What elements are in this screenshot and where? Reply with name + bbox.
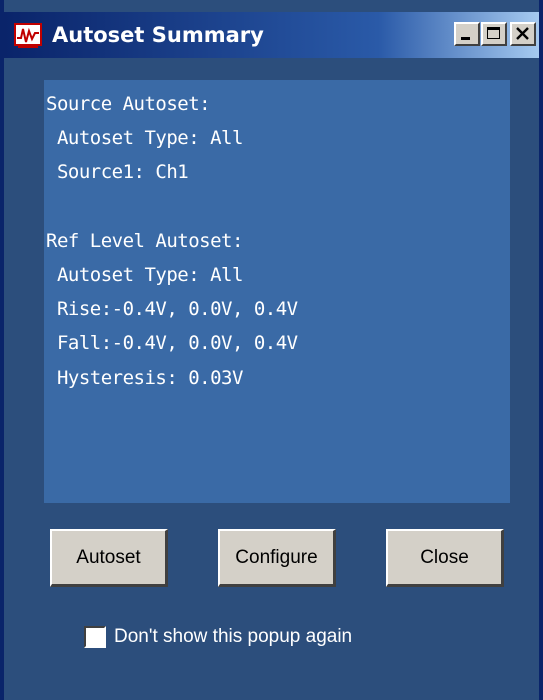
autoset-summary-text: Source Autoset: Autoset Type: All Source… xyxy=(44,80,510,503)
dont-show-again-option[interactable]: Don't show this popup again xyxy=(84,624,352,650)
summary-line: Fall:-0.4V, 0.0V, 0.4V xyxy=(46,332,298,355)
minimize-icon xyxy=(461,37,470,40)
title-bar[interactable]: Autoset Summary xyxy=(4,12,539,58)
oscilloscope-app-icon xyxy=(14,21,42,49)
summary-line: Ref Level Autoset: xyxy=(46,229,243,252)
autoset-button[interactable]: Autoset xyxy=(50,529,168,587)
autoset-summary-window: Autoset Summary Source Autoset: Autoset … xyxy=(0,0,543,700)
summary-line: Autoset Type: All xyxy=(46,263,243,286)
window-title: Autoset Summary xyxy=(52,23,264,47)
summary-line xyxy=(46,190,510,224)
minimize-button[interactable] xyxy=(454,22,480,46)
close-dialog-button[interactable]: Close xyxy=(386,529,504,587)
dont-show-again-label[interactable]: Don't show this popup again xyxy=(114,626,352,648)
maximize-icon xyxy=(487,27,500,39)
summary-line: Autoset Type: All xyxy=(46,127,243,150)
summary-line: Source1: Ch1 xyxy=(46,161,189,184)
summary-line: Hysteresis: 0.03V xyxy=(46,366,243,389)
close-button[interactable] xyxy=(510,22,536,46)
dont-show-again-checkbox[interactable] xyxy=(84,626,106,648)
maximize-button[interactable] xyxy=(481,22,507,46)
summary-line: Source Autoset: xyxy=(46,93,211,115)
summary-line: Rise:-0.4V, 0.0V, 0.4V xyxy=(46,298,298,321)
close-icon xyxy=(516,27,529,40)
configure-button[interactable]: Configure xyxy=(218,529,336,587)
